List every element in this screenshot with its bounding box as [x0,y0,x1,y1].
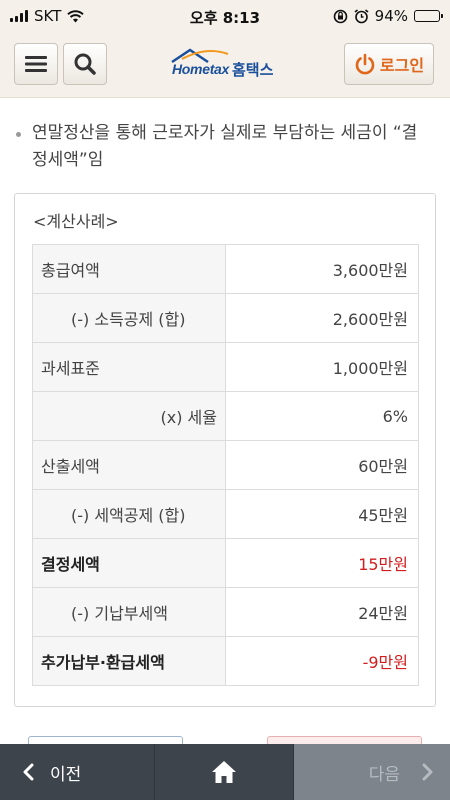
home-button[interactable] [154,744,294,800]
logo-brand-korean: 홈택스 [232,61,274,79]
description-text: 연말정산을 통해 근로자가 실제로 부담하는 세금이 “결정세액”임 [16,120,426,174]
table-row: 과세표준 1,000만원 [32,342,419,392]
battery-percent: 94% [374,7,408,25]
calculation-table: 총급여액 3,600만원 (-) 소득공제 (합) 2,600만원 과세표준 1… [32,244,419,686]
rotation-lock-icon [333,9,347,23]
row-value: -9만원 [225,636,419,686]
table-row: (-) 세액공제 (합) 45만원 [32,489,419,539]
app-header: Hometax 홈택스 로그인 [0,32,450,98]
battery-icon [414,10,443,22]
power-icon [355,53,375,75]
example-box: <계산사례> 총급여액 3,600만원 (-) 소득공제 (합) 2,600만원… [14,193,436,707]
description-label: 연말정산을 통해 근로자가 실제로 부담하는 세금이 “결정세액”임 [32,123,418,170]
row-value: 45만원 [225,489,419,539]
table-row: (-) 기납부세액 24만원 [32,587,419,637]
row-value: 1,000만원 [225,342,419,392]
row-label: 과세표준 [32,342,226,392]
row-value: 24만원 [225,587,419,637]
login-label: 로그인 [379,56,425,75]
row-label: 산출세액 [32,440,226,490]
hamburger-icon [25,56,47,72]
example-title: <계산사례> [33,212,119,231]
footer-nav: 이전 다음 [0,744,450,800]
row-label: (-) 세액공제 (합) [32,489,226,539]
table-row: 총급여액 3,600만원 [32,244,419,294]
prev-button[interactable]: 이전 [0,744,154,800]
row-label: (-) 기납부세액 [32,587,226,637]
row-value: 6% [225,391,419,441]
row-value: 2,600만원 [225,293,419,343]
row-value: 60만원 [225,440,419,490]
home-icon [212,761,236,783]
chevron-left-icon [23,763,34,781]
row-label: 추가납부·환급세액 [32,636,226,686]
row-label: 총급여액 [32,244,226,294]
table-row: (x) 세율 6% [32,391,419,441]
row-value: 3,600만원 [225,244,419,294]
search-button[interactable] [63,43,107,85]
alarm-icon [354,8,369,23]
table-row-highlight: 추가납부·환급세액 -9만원 [32,636,419,686]
next-label: 다음 [368,764,400,785]
prev-label: 이전 [50,764,82,785]
menu-button[interactable] [14,43,58,85]
row-label: (x) 세율 [32,391,226,441]
next-button[interactable]: 다음 [294,744,450,800]
search-icon [74,53,96,75]
hometax-logo[interactable]: Hometax 홈택스 [168,48,288,82]
row-value: 15만원 [225,538,419,588]
row-label: 결정세액 [32,538,226,588]
chevron-right-icon [422,763,433,781]
table-row: 산출세액 60만원 [32,440,419,490]
status-right: 94% [333,7,443,25]
table-row-highlight: 결정세액 15만원 [32,538,419,588]
status-bar: SKT 오후 8:13 94% [0,0,450,32]
login-button[interactable]: 로그인 [344,43,434,85]
row-label: (-) 소득공제 (합) [32,293,226,343]
logo-brand-text: Hometax [172,61,230,77]
bullet-icon [16,132,21,137]
table-row: (-) 소득공제 (합) 2,600만원 [32,293,419,343]
